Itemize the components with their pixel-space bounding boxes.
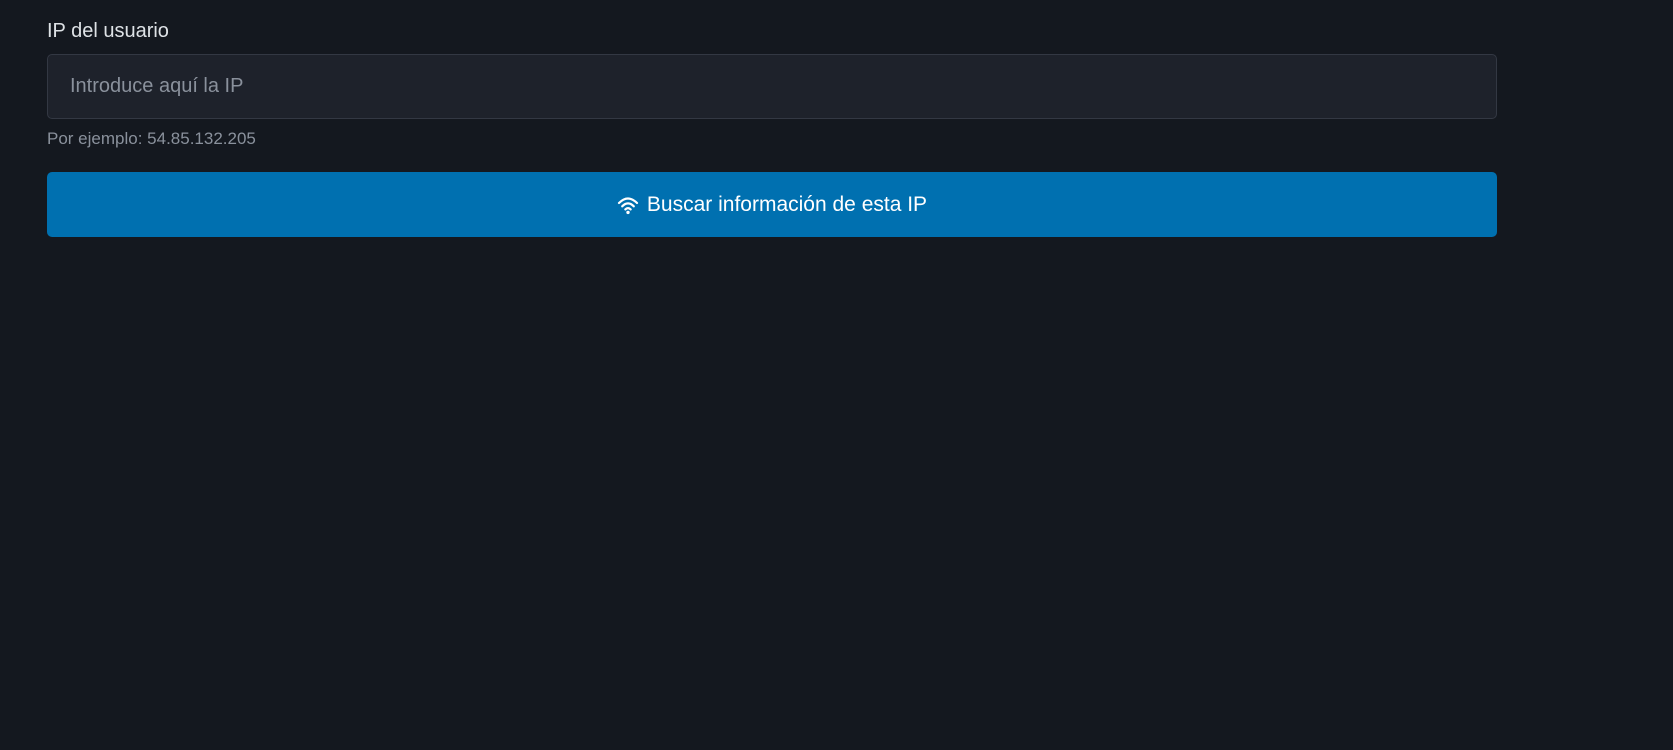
ip-input[interactable]: [47, 54, 1497, 119]
ip-help-text: Por ejemplo: 54.85.132.205: [47, 129, 256, 148]
search-ip-button-label: Buscar información de esta IP: [646, 192, 928, 216]
ip-field-label: IP del usuario: [47, 20, 169, 42]
search-ip-button[interactable]: Buscar información de esta IP: [47, 172, 1497, 237]
wifi-icon: [617, 195, 639, 215]
